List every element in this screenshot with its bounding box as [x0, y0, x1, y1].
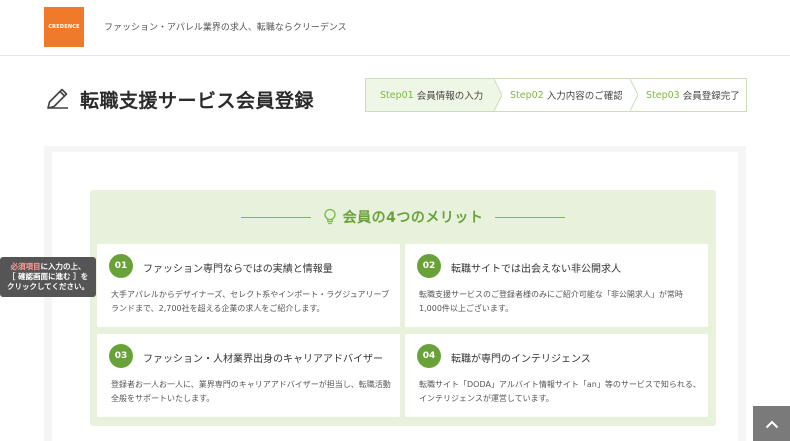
required-label: 必須項目: [10, 262, 41, 271]
heading-divider: [495, 216, 566, 218]
merit-number-badge: 04: [417, 344, 441, 368]
scroll-to-top-button[interactable]: [753, 406, 790, 441]
merit-card-title: 転職が専門のインテリジェンス: [451, 354, 591, 365]
merit-number-badge: 03: [109, 344, 133, 368]
merit-card-2: 02 転職サイトでは出会えない非公開求人 転職支援サービスのご登録者様のみにご紹…: [405, 244, 708, 327]
heading-divider: [240, 216, 311, 218]
lightbulb-icon: [323, 208, 336, 225]
merit-number-badge: 02: [417, 254, 441, 278]
site-header: CREDENCE ファッション・アパレル業界の求人、転職ならクリーデンス: [0, 0, 790, 56]
merit-card-4: 04 転職が専門のインテリジェンス 転職サイト「DODA」アルバイト情報サイト「…: [405, 334, 708, 417]
header-tagline: ファッション・アパレル業界の求人、転職ならクリーデンス: [104, 23, 347, 33]
step-1: Step01 会員情報の入力: [366, 79, 502, 111]
step-chevron-icon: [622, 79, 638, 111]
tip-line-3: クリックしてください。: [6, 282, 90, 291]
chevron-up-icon: [765, 420, 778, 428]
merit-card-title: ファッション専門ならではの実績と情報量: [143, 264, 333, 275]
step-3-label: 会員登録完了: [682, 91, 740, 102]
step-1-label: 会員情報の入力: [416, 91, 484, 102]
merit-card-text: 転職サイト「DODA」アルバイト情報サイト「an」等のサービスで知られる、インテ…: [419, 380, 701, 403]
step-2: Step02 入力内容のご確認: [494, 79, 638, 111]
step-1-number: Step01: [380, 89, 414, 101]
pencil-icon: [47, 88, 68, 109]
page-title: 転職支援サービス会員登録: [80, 90, 315, 112]
tip-line-1: に入力の上、: [40, 262, 86, 271]
merits-title: 会員の4つのメリット: [342, 210, 484, 226]
step-3: Step03 会員登録完了: [630, 79, 746, 111]
logo-text: CREDENCE: [48, 24, 80, 30]
merit-card-text: 登録者お一人お一人に、業界専門のキャリアアドバイザーが担当し、転職活動全般をサポ…: [111, 380, 391, 403]
merit-card-title: 転職サイトでは出会えない非公開求人: [451, 264, 621, 275]
step-chevron-icon: [486, 79, 502, 111]
merits-section: 会員の4つのメリット 01 ファッション専門ならではの実績と情報量 大手アパレル…: [90, 190, 716, 426]
merit-card-title: ファッション・人材業界出身のキャリアアドバイザー: [143, 354, 383, 365]
merit-card-1: 01 ファッション専門ならではの実績と情報量 大手アパレルからデザイナーズ、セレ…: [97, 244, 400, 327]
merit-number-badge: 01: [109, 254, 133, 278]
merit-card-text: 大手アパレルからデザイナーズ、セレクト系やインポート・ラグジュアリーブランドまで…: [111, 290, 390, 313]
step-3-number: Step03: [646, 89, 680, 101]
merits-heading: 会員の4つのメリット: [90, 206, 716, 228]
step-indicator: Step01 会員情報の入力 Step02 入力内容のご確認 Step03 会員…: [365, 78, 747, 112]
merit-card-text: 転職支援サービスのご登録者様のみにご紹介可能な「非公開求人」が常時1,000件以…: [419, 290, 683, 313]
step-2-label: 入力内容のご確認: [546, 91, 623, 102]
title-row: 転職支援サービス会員登録 Step01 会員情報の入力 Step02 入力内容の…: [0, 60, 790, 140]
tip-line-2: ［ 確認画面に進む ］を: [7, 272, 89, 281]
content-panel-inner: 会員の4つのメリット 01 ファッション専門ならではの実績と情報量 大手アパレル…: [52, 152, 738, 441]
step-2-number: Step02: [510, 89, 544, 101]
required-fields-tooltip: 必須項目に入力の上、 ［ 確認画面に進む ］を クリックしてください。: [0, 257, 96, 297]
content-panel: 会員の4つのメリット 01 ファッション専門ならではの実績と情報量 大手アパレル…: [44, 146, 746, 441]
credence-logo[interactable]: CREDENCE: [44, 7, 84, 47]
merit-card-3: 03 ファッション・人材業界出身のキャリアアドバイザー 登録者お一人お一人に、業…: [97, 334, 400, 417]
